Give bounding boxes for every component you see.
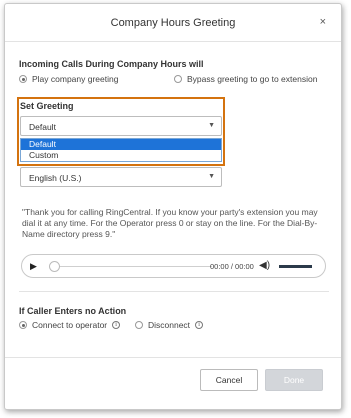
chevron-down-icon: ▼ — [208, 173, 215, 180]
audio-player: ▶ 00:00 / 00:00 ◀) — [21, 254, 326, 278]
radio-bypass-greeting[interactable] — [174, 75, 182, 83]
playback-time: 00:00 / 00:00 — [210, 262, 254, 271]
no-action-heading: If Caller Enters no Action — [19, 306, 127, 316]
radio-disconnect[interactable] — [135, 321, 143, 329]
language-selected: English (U.S.) — [29, 173, 82, 183]
disconnect-option[interactable]: Disconnect i — [135, 320, 204, 330]
done-button[interactable]: Done — [265, 369, 323, 391]
play-greeting-label: Play company greeting — [32, 74, 119, 84]
set-greeting-dropdown: Default Custom — [20, 138, 222, 162]
info-icon[interactable]: i — [112, 321, 121, 329]
close-icon[interactable]: × — [320, 16, 326, 28]
volume-slider[interactable] — [279, 265, 312, 268]
play-company-greeting-option[interactable]: Play company greeting — [19, 74, 118, 84]
connect-operator-label: Connect to operator — [32, 320, 108, 330]
set-greeting-select[interactable]: Default ▼ — [20, 116, 222, 136]
disconnect-label: Disconnect — [148, 320, 191, 330]
progress-knob[interactable] — [49, 261, 60, 272]
dropdown-option-default[interactable]: Default — [21, 139, 221, 150]
radio-play-greeting[interactable] — [19, 75, 27, 83]
bypass-greeting-label: Bypass greeting to go to extension — [187, 74, 318, 84]
set-greeting-selected: Default — [29, 122, 56, 132]
chevron-down-icon: ▼ — [208, 122, 215, 129]
company-hours-greeting-dialog: Company Hours Greeting × Incoming Calls … — [4, 3, 342, 410]
dialog-header: Company Hours Greeting × — [5, 4, 341, 42]
incoming-calls-heading: Incoming Calls During Company Hours will — [19, 59, 204, 69]
language-select[interactable]: English (U.S.) ▼ — [20, 167, 222, 187]
greeting-message-text: "Thank you for calling RingCentral. If y… — [22, 207, 318, 239]
info-icon[interactable]: i — [195, 321, 204, 329]
dropdown-option-custom[interactable]: Custom — [21, 150, 221, 161]
dialog-title: Company Hours Greeting — [110, 17, 236, 29]
footer-divider — [5, 357, 341, 358]
play-icon[interactable]: ▶ — [30, 261, 37, 272]
set-greeting-heading: Set Greeting — [20, 101, 74, 111]
bypass-greeting-option[interactable]: Bypass greeting to go to extension — [174, 74, 317, 84]
radio-connect-operator[interactable] — [19, 321, 27, 329]
connect-to-operator-option[interactable]: Connect to operator i — [19, 320, 121, 330]
volume-icon[interactable]: ◀) — [259, 260, 270, 271]
cancel-button[interactable]: Cancel — [200, 369, 258, 391]
section-divider — [19, 291, 329, 292]
progress-track[interactable] — [52, 266, 212, 267]
